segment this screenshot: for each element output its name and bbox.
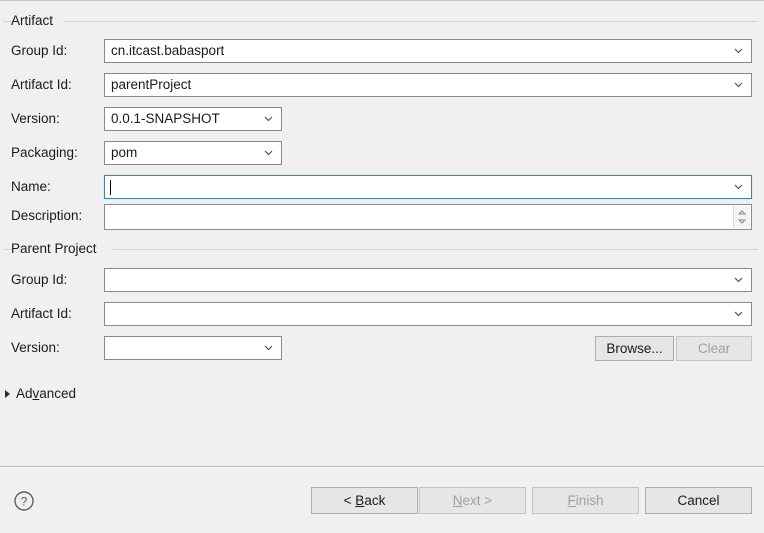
dialog-content: Artifact Group Id: cn.itcast.babasport A… [0, 1, 764, 466]
parent-project-group-title: Parent Project [11, 241, 101, 257]
back-button[interactable]: < Back [311, 487, 418, 514]
advanced-expander[interactable]: Advanced [5, 384, 76, 404]
artifact-group-id-value: cn.itcast.babasport [111, 43, 225, 58]
artifact-group-title: Artifact [11, 13, 58, 29]
artifact-description-textarea[interactable] [104, 204, 752, 230]
finish-button[interactable]: Finish [532, 487, 639, 514]
next-button-label: Next > [453, 493, 492, 508]
artifact-artifact-id-value: parentProject [111, 77, 192, 92]
finish-label-post: inish [575, 493, 604, 508]
clear-button[interactable]: Clear [676, 336, 752, 361]
artifact-group-top-line [64, 21, 758, 22]
artifact-version-combo[interactable]: 0.0.1-SNAPSHOT [104, 107, 282, 131]
artifact-name-label: Name: [11, 179, 51, 194]
parent-group-id-combo[interactable] [104, 268, 752, 292]
clear-button-label: Clear [697, 341, 731, 356]
resize-grip-icon[interactable] [733, 206, 750, 228]
parent-artifact-id-label: Artifact Id: [11, 306, 72, 321]
advanced-label-pre: Ad [16, 386, 33, 401]
parent-group-id-label: Group Id: [11, 272, 68, 287]
back-label-post: ack [364, 493, 386, 508]
row-artifact-packaging: Packaging: pom [0, 141, 764, 165]
finish-label-mnemonic: F [567, 493, 576, 508]
cancel-button[interactable]: Cancel [645, 487, 752, 514]
next-button[interactable]: Next > [419, 487, 526, 514]
text-caret [110, 180, 111, 195]
back-label-pre: < [343, 493, 356, 508]
parent-project-group: Parent Project Group Id: Artifact Id: Ve… [0, 241, 764, 371]
artifact-group-id-combo[interactable]: cn.itcast.babasport [104, 39, 752, 63]
cancel-button-label: Cancel [677, 493, 720, 508]
artifact-description-label: Description: [11, 208, 83, 223]
next-label-post: ext > [462, 493, 493, 508]
row-artifact-version: Version: 0.0.1-SNAPSHOT [0, 107, 764, 131]
artifact-packaging-value: pom [111, 145, 138, 160]
parent-version-combo[interactable] [104, 336, 282, 360]
help-icon[interactable]: ? [13, 490, 35, 512]
chevron-down-icon [264, 148, 273, 157]
finish-button-label: Finish [567, 493, 603, 508]
parent-project-group-left-edge [3, 249, 11, 250]
parent-project-group-top-line [113, 249, 758, 250]
row-artifact-artifact-id: Artifact Id: parentProject [0, 73, 764, 97]
chevron-down-icon [734, 46, 743, 55]
chevron-down-icon [264, 343, 273, 352]
chevron-down-icon [734, 309, 743, 318]
artifact-group-id-label: Group Id: [11, 43, 68, 58]
row-parent-version: Version: Browse... Clear [0, 336, 764, 361]
next-label-mnemonic: N [452, 493, 463, 508]
chevron-down-icon [734, 275, 743, 284]
row-parent-group-id: Group Id: [0, 268, 764, 292]
artifact-packaging-label: Packaging: [11, 145, 78, 160]
parent-version-label: Version: [11, 340, 60, 355]
chevron-down-icon [734, 80, 743, 89]
browse-button-label: Browse... [606, 341, 663, 356]
dialog-footer: ? < Back Next > Finish Cancel [0, 468, 764, 533]
back-button-label: < Back [344, 493, 386, 508]
artifact-artifact-id-label: Artifact Id: [11, 77, 72, 92]
browse-button[interactable]: Browse... [595, 336, 674, 361]
chevron-down-icon [734, 182, 743, 191]
maven-new-project-dialog: Artifact Group Id: cn.itcast.babasport A… [0, 0, 764, 533]
row-parent-artifact-id: Artifact Id: [0, 302, 764, 326]
triangle-right-icon [5, 390, 10, 398]
artifact-version-value: 0.0.1-SNAPSHOT [111, 111, 220, 126]
advanced-label-post: anced [39, 386, 77, 401]
row-artifact-group-id: Group Id: cn.itcast.babasport [0, 39, 764, 63]
artifact-group: Artifact Group Id: cn.itcast.babasport A… [0, 13, 764, 235]
artifact-artifact-id-combo[interactable]: parentProject [104, 73, 752, 97]
row-artifact-name: Name: [0, 175, 764, 199]
svg-text:?: ? [21, 495, 28, 509]
back-label-mnemonic: B [355, 493, 365, 508]
artifact-group-left-edge [3, 21, 11, 22]
parent-artifact-id-combo[interactable] [104, 302, 752, 326]
row-artifact-description: Description: [0, 204, 764, 230]
artifact-version-label: Version: [11, 111, 60, 126]
chevron-down-icon [264, 114, 273, 123]
advanced-expander-label: Advanced [16, 386, 76, 402]
artifact-name-combo[interactable] [104, 175, 752, 199]
artifact-packaging-combo[interactable]: pom [104, 141, 282, 165]
